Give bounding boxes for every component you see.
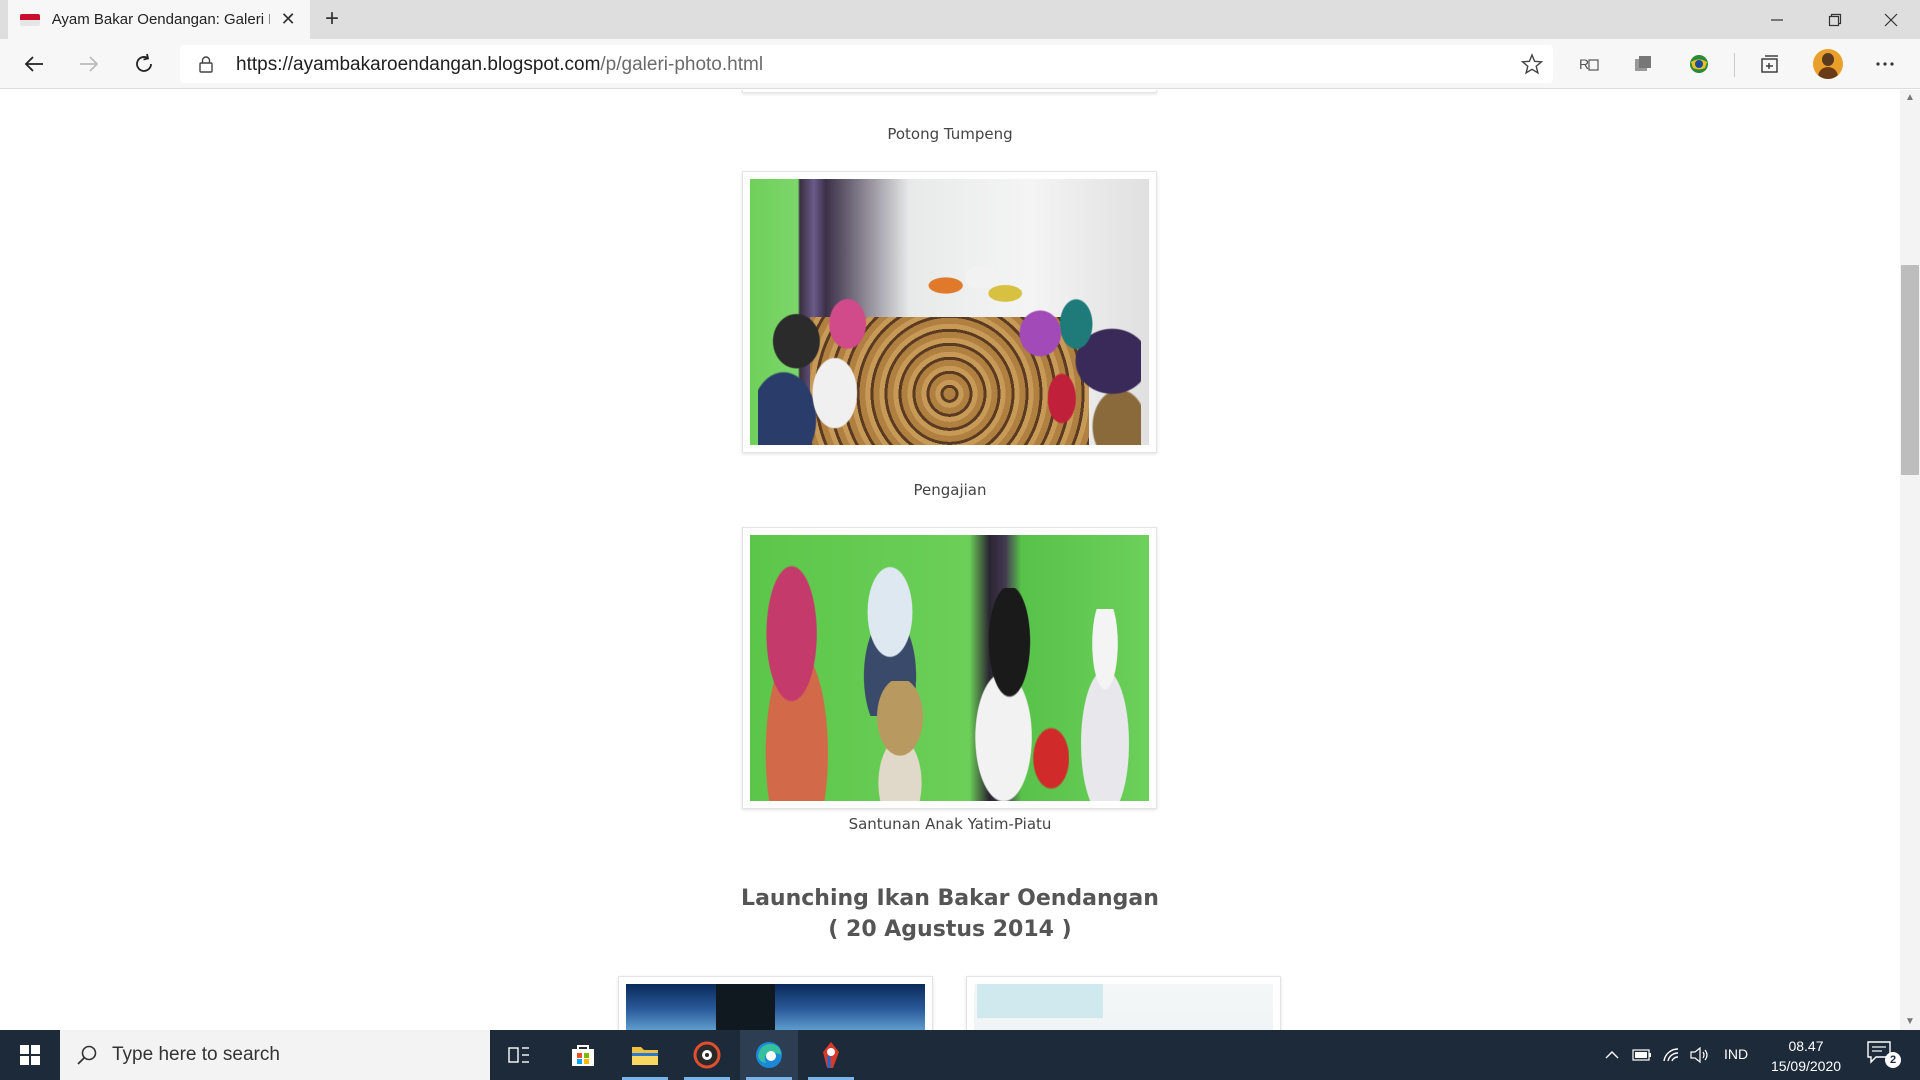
wifi-icon: [1663, 1048, 1679, 1062]
taskbar-search-box[interactable]: Type here to search: [60, 1030, 490, 1080]
volume-button[interactable]: [1688, 1030, 1712, 1080]
scroll-up-icon[interactable]: ▲: [1904, 92, 1916, 104]
section-heading-launching: Launching Ikan Bakar Oendangan ( 20 Agus…: [0, 883, 1900, 945]
restore-icon: [1828, 13, 1842, 26]
photo-frame-previous[interactable]: [742, 90, 1157, 93]
taskbar: Type here to search IND 08.47 15/09/2020…: [0, 1030, 1920, 1080]
heading-line-1: Launching Ikan Bakar Oendangan: [741, 886, 1159, 911]
photo-pengajian: [750, 179, 1149, 445]
search-placeholder: Type here to search: [112, 1044, 280, 1065]
tab-close-icon[interactable]: ✕: [278, 9, 298, 30]
chevron-up-icon: [1605, 1051, 1619, 1059]
recorder-icon: [823, 1042, 839, 1068]
refresh-button[interactable]: [126, 46, 162, 82]
start-button[interactable]: [0, 1030, 60, 1080]
star-icon[interactable]: [1521, 53, 1543, 75]
arrow-right-icon: [80, 56, 99, 72]
read-aloud-extension-icon[interactable]: R: [1576, 51, 1602, 77]
media-player-icon: [693, 1041, 721, 1069]
collections-icon: [1761, 55, 1778, 73]
file-explorer-button[interactable]: [616, 1030, 674, 1080]
action-center-button[interactable]: 2: [1866, 1040, 1901, 1070]
favicon-icon: [20, 13, 40, 26]
windows-icon: [20, 1045, 40, 1065]
vertical-scrollbar[interactable]: [1900, 90, 1920, 1030]
profile-avatar[interactable]: [1813, 49, 1843, 79]
speaker-icon: [1690, 1047, 1708, 1063]
heading-line-2: ( 20 Agustus 2014 ): [828, 917, 1072, 942]
minimize-button[interactable]: [1748, 0, 1806, 39]
toolbar-divider: [1734, 53, 1735, 77]
photo-frame-pengajian[interactable]: [742, 171, 1157, 453]
store-icon: [572, 1045, 594, 1066]
arrow-left-icon: [24, 56, 43, 72]
network-button[interactable]: [1660, 1030, 1684, 1080]
restore-button[interactable]: [1806, 0, 1864, 39]
more-menu-button[interactable]: [1872, 51, 1898, 77]
back-button[interactable]: [16, 46, 52, 82]
more-icon: [1876, 62, 1894, 66]
caption-pengajian: Pengajian: [913, 481, 987, 499]
photo-frame-santunan[interactable]: [742, 527, 1157, 809]
svg-text:R: R: [1579, 56, 1589, 72]
forward-button[interactable]: [71, 46, 107, 82]
battery-icon: [1632, 1049, 1651, 1061]
new-tab-button[interactable]: +: [316, 4, 348, 36]
collections-extension-icon[interactable]: [1630, 51, 1656, 77]
store-app-button[interactable]: [554, 1030, 612, 1080]
browser-tab[interactable]: Ayam Bakar Oendangan: Galeri P ✕: [8, 0, 310, 39]
input-language[interactable]: IND: [1724, 1046, 1748, 1062]
url-text: https://ayambakaroendangan.blogspot.com/…: [236, 54, 763, 76]
address-toolbar: https://ayambakaroendangan.blogspot.com/…: [0, 39, 1920, 89]
collections-button[interactable]: [1757, 51, 1783, 77]
close-icon: [1884, 13, 1898, 26]
caption-potong-tumpeng: Potong Tumpeng: [887, 125, 1013, 143]
task-view-icon: [508, 1047, 529, 1063]
photo-launching-2: [974, 984, 1273, 1030]
scroll-down-icon[interactable]: ▼: [1904, 1016, 1916, 1028]
scrollbar-thumb[interactable]: [1901, 265, 1919, 475]
page-content: Potong Tumpeng Pengajian Santunan Anak Y…: [0, 90, 1900, 1030]
recorder-app-button[interactable]: [802, 1030, 860, 1080]
lock-icon: [199, 56, 213, 73]
tab-bar: Ayam Bakar Oendangan: Galeri P ✕ +: [0, 0, 1920, 39]
url-path: /p/galeri-photo.html: [600, 54, 764, 75]
folder-icon: [632, 1047, 658, 1065]
photo-frame-launching-2[interactable]: [966, 976, 1281, 1030]
refresh-icon: [136, 53, 152, 72]
address-bar[interactable]: https://ayambakaroendangan.blogspot.com/…: [180, 45, 1553, 83]
globe-extension-icon[interactable]: [1686, 51, 1712, 77]
media-app-button[interactable]: [678, 1030, 736, 1080]
clock[interactable]: 08.47 15/09/2020: [1760, 1036, 1852, 1076]
url-host: https://ayambakaroendangan.blogspot.com: [236, 54, 601, 75]
search-icon: [77, 1045, 97, 1065]
close-window-button[interactable]: [1862, 0, 1920, 39]
photo-frame-launching-1[interactable]: [618, 976, 933, 1030]
task-view-button[interactable]: [490, 1030, 548, 1080]
tab-title: Ayam Bakar Oendangan: Galeri P: [51, 11, 271, 28]
battery-button[interactable]: [1630, 1030, 1654, 1080]
photo-launching-1: [626, 984, 925, 1030]
edge-browser-button[interactable]: [740, 1030, 798, 1080]
notification-badge: 2: [1885, 1052, 1901, 1068]
minimize-icon: [1771, 18, 1783, 21]
photo-santunan: [750, 535, 1149, 801]
caption-santunan: Santunan Anak Yatim-Piatu: [848, 815, 1052, 833]
edge-icon: [756, 1042, 782, 1068]
clock-time: 08.47: [1788, 1038, 1824, 1054]
clock-date: 15/09/2020: [1770, 1058, 1842, 1074]
tray-expand-button[interactable]: [1600, 1030, 1624, 1080]
